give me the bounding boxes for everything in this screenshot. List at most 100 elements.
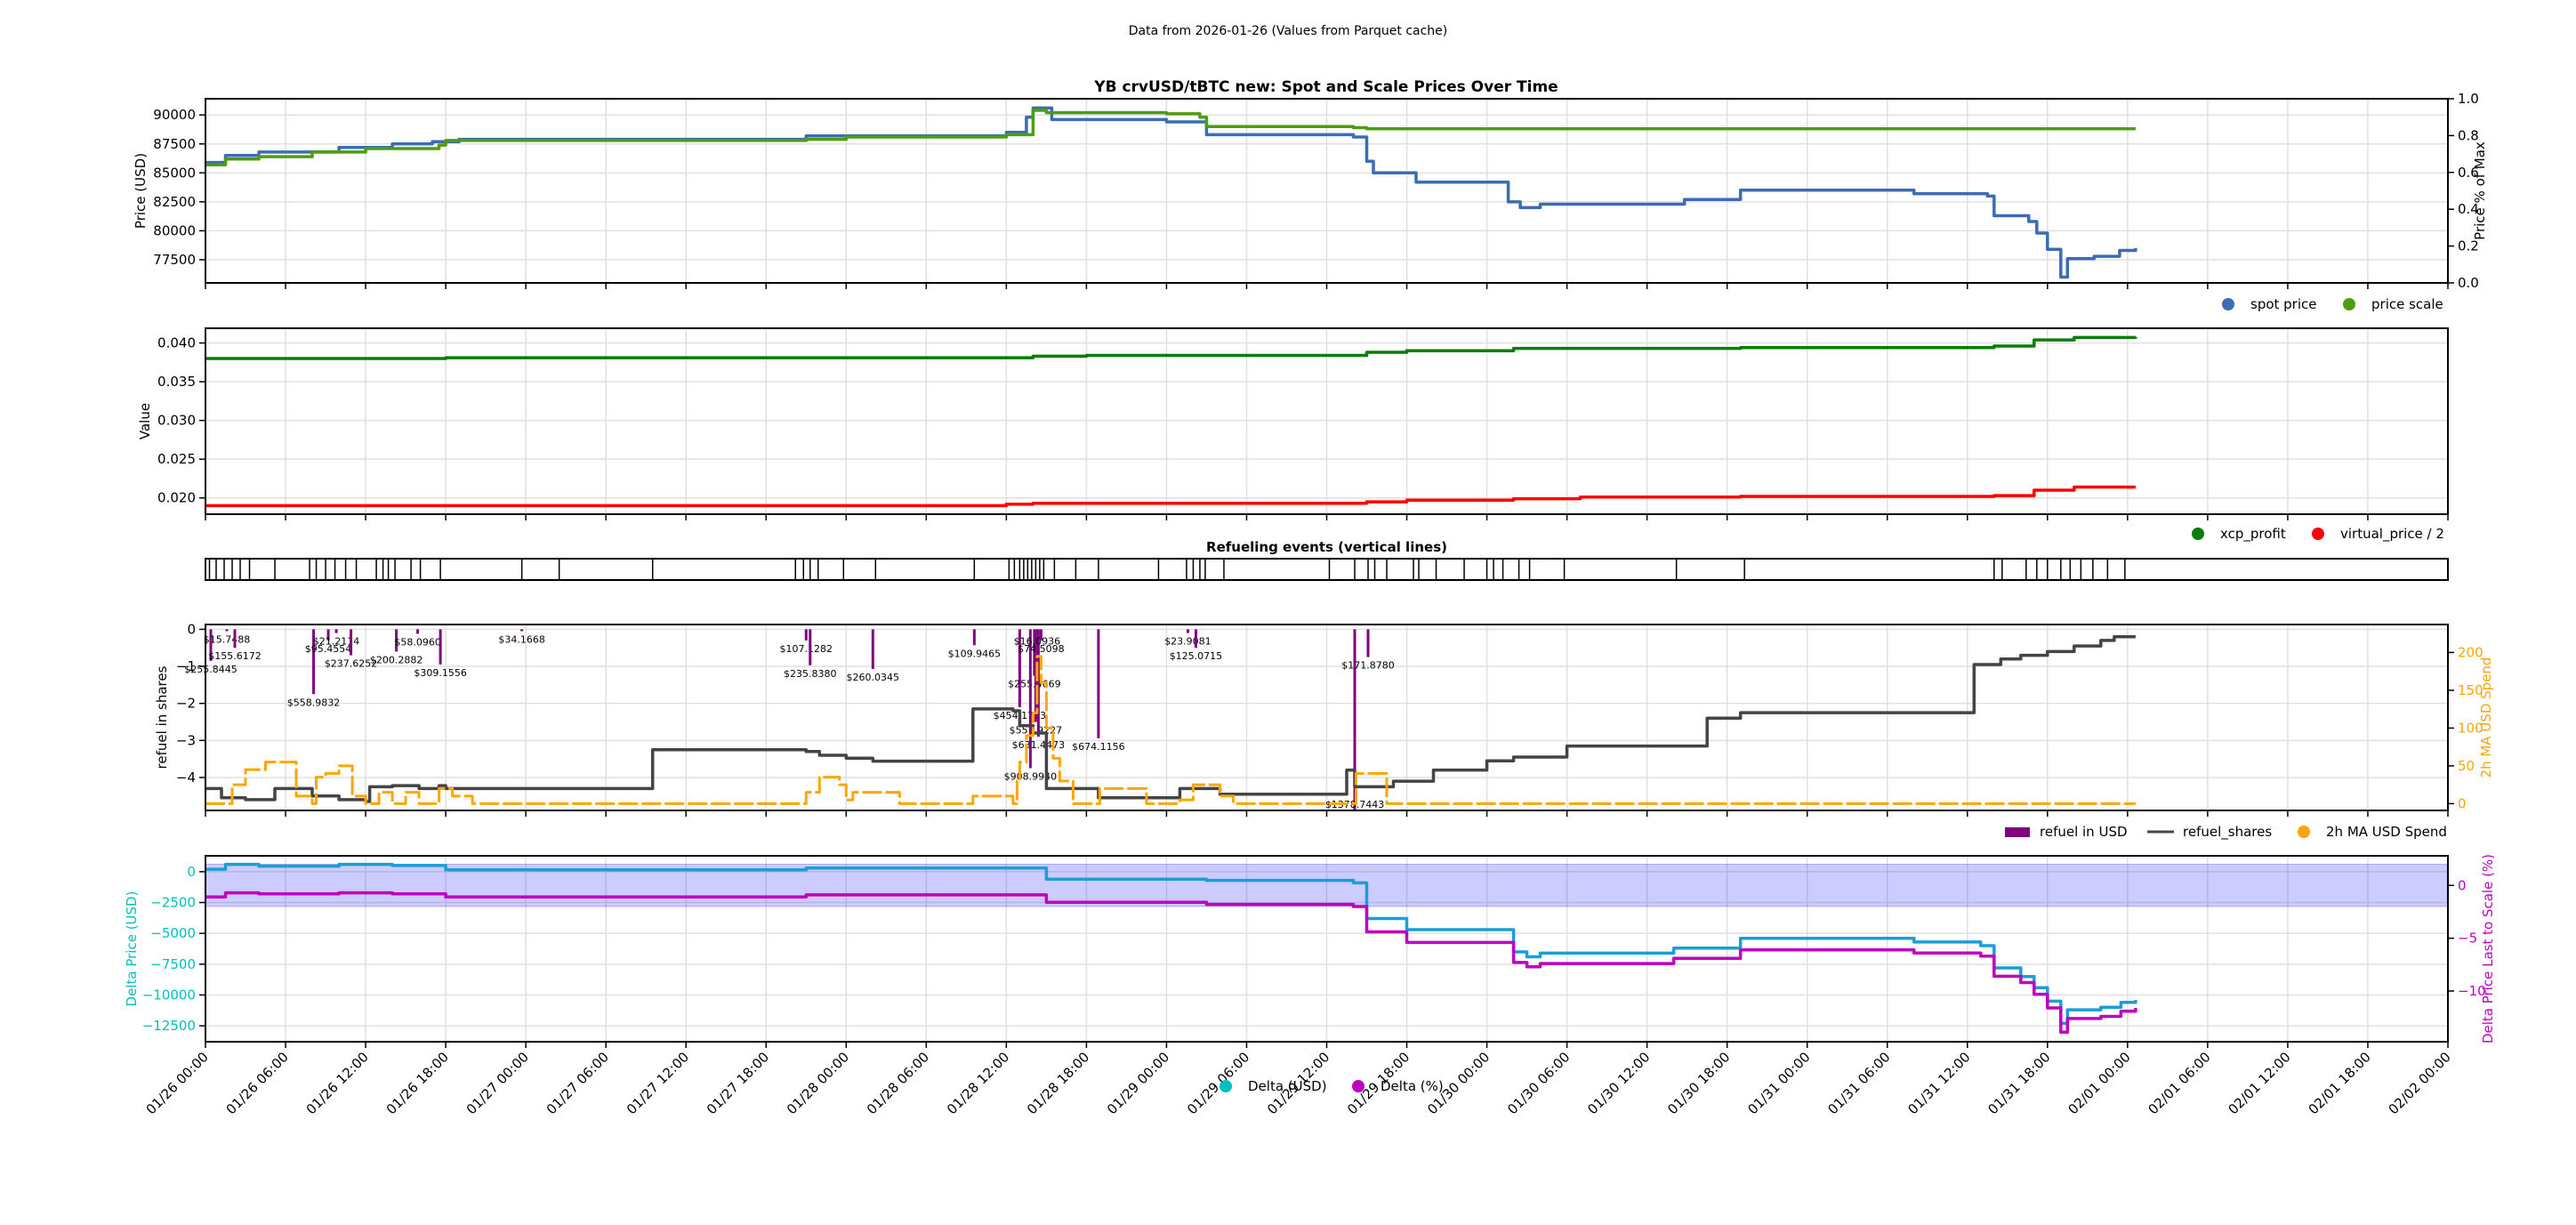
- legend-marker-dot: [2298, 826, 2310, 838]
- x-tick-label: 02/01 12:00: [2226, 1049, 2294, 1117]
- series-2h-ma-usd-spend: [205, 657, 2136, 804]
- y-tick-label: 80000: [153, 222, 196, 238]
- y-right-tick-label: 0: [2458, 795, 2467, 811]
- refuel-usd-bar-label: $200.2882: [370, 654, 423, 665]
- x-tick-label: 01/29 00:00: [1104, 1049, 1172, 1117]
- y-tick-label: −12500: [142, 1018, 196, 1034]
- legend-marker-rect: [2005, 827, 2030, 837]
- x-tick-label: 01/26 00:00: [143, 1049, 212, 1117]
- y-right-tick-label: 0.8: [2458, 127, 2479, 143]
- x-tick-label: 01/27 18:00: [704, 1049, 772, 1117]
- y-right-tick-label: 1.0: [2458, 91, 2479, 107]
- panel-refuel_events: Refueling events (vertical lines): [205, 539, 2448, 580]
- legend-label: 2h MA USD Spend: [2326, 824, 2447, 840]
- y-tick-label: −4: [176, 770, 196, 786]
- y-tick-label: 0: [187, 621, 196, 637]
- refuel-usd-bar-label: $21.2114: [313, 636, 360, 648]
- y-right-axis-label: Delta Price Last to Scale (%): [2480, 854, 2496, 1044]
- legend-label: price scale: [2371, 296, 2443, 312]
- refuel-events-frame: [205, 559, 2448, 580]
- legend-values: xcp_profitvirtual_price / 2: [2192, 526, 2444, 543]
- series-virtual-price-2: [205, 488, 2136, 506]
- refuel-usd-bar-label: $908.9940: [1004, 771, 1058, 783]
- refuel-usd-bar-label: $235.8380: [784, 668, 837, 680]
- legend-prices: spot price price scale: [2222, 296, 2443, 312]
- plot-area: 7750080000825008500087500900000.00.20.40…: [124, 91, 2496, 1117]
- legend-marker-dot: [2312, 528, 2324, 540]
- legend-label: refuel in USD: [2040, 824, 2128, 840]
- x-tick-label: 01/26 06:00: [223, 1049, 292, 1117]
- x-tick-label: 01/31 12:00: [1904, 1049, 1973, 1117]
- legend-label: spot price: [2250, 296, 2317, 312]
- x-tick-label: 01/31 06:00: [1824, 1049, 1893, 1117]
- y-tick-label: 0.040: [157, 335, 196, 351]
- refuel-usd-bar-label: $255.4669: [1008, 678, 1061, 689]
- y-tick-label: −3: [176, 732, 196, 748]
- refuel-usd-bar-label: $109.9465: [948, 648, 1002, 659]
- refuel-usd-bar-label: $674.1156: [1072, 741, 1125, 753]
- refuel-usd-bar-label: $631.4473: [1012, 739, 1066, 751]
- panel-refuel: −4−3−2−10050100150200$255.8445$15.7488$1…: [154, 621, 2494, 841]
- legend-refuel: refuel in USD refuel_shares 2h MA USD Spen…: [2005, 824, 2447, 841]
- x-tick-label: 01/28 12:00: [944, 1049, 1012, 1117]
- x-tick-label: 01/31 00:00: [1744, 1049, 1813, 1117]
- x-tick-label: 01/27 06:00: [543, 1049, 612, 1117]
- x-tick-label: 01/27 12:00: [624, 1049, 692, 1117]
- x-tick-label: 02/01 18:00: [2306, 1049, 2374, 1117]
- refuel-usd-bar-label: $558.9832: [287, 697, 341, 708]
- refuel-usd-bar-label: $107.1282: [780, 643, 833, 655]
- refuel-usd-bar-label: $171.8780: [1341, 660, 1395, 672]
- figure-title: YB crvUSD/tBTC new: Spot and Scale Price…: [1093, 78, 1558, 96]
- panel-prices: 7750080000825008500087500900000.00.20.40…: [133, 91, 2488, 312]
- figure-subtitle: Data from 2026-01-26 (Values from Parque…: [1129, 24, 1448, 38]
- legend-label: refuel_shares: [2183, 824, 2272, 841]
- y-axis-label: Price (USD): [133, 153, 149, 229]
- legend-marker-dot: [2222, 298, 2234, 310]
- series-spot-price: [205, 108, 2136, 277]
- x-tick-label: 02/01 06:00: [2145, 1049, 2213, 1117]
- y-tick-label: 90000: [153, 107, 196, 123]
- y-tick-label: −7500: [150, 956, 196, 972]
- y-tick-label: 0.025: [157, 451, 196, 467]
- refuel-usd-bar-label: $58.0960: [394, 636, 441, 648]
- legend-marker-dot: [2343, 298, 2355, 310]
- legend-marker-dot: [2192, 528, 2204, 540]
- refuel-usd-bar-label: $125.0715: [1170, 650, 1223, 662]
- y-right-tick-label: 50: [2458, 758, 2475, 774]
- legend-label: xcp_profit: [2220, 526, 2286, 543]
- y-right-tick-label: −5: [2458, 931, 2477, 947]
- y-tick-label: 0.035: [157, 374, 196, 390]
- y-tick-label: 77500: [153, 252, 196, 268]
- series-delta-: [205, 893, 2136, 1033]
- y-tick-label: 82500: [153, 194, 196, 210]
- legend-label: Delta (USD): [1248, 1078, 1327, 1094]
- y-right-axis-label: Price % of Max: [2472, 141, 2488, 240]
- y-right-tick-label: 0.0: [2458, 275, 2479, 291]
- x-tick-label: 02/01 00:00: [2065, 1049, 2133, 1117]
- x-tick-label: 01/28 18:00: [1024, 1049, 1092, 1117]
- legend-delta: Delta (USD)Delta (%): [1220, 1078, 1444, 1094]
- x-tick-label: 01/31 18:00: [1984, 1049, 2053, 1117]
- series-xcp-profit: [205, 337, 2136, 359]
- y-tick-label: 87500: [153, 136, 196, 152]
- y-axis-label: refuel in shares: [154, 665, 170, 769]
- x-tick-label: 01/30 12:00: [1584, 1049, 1653, 1117]
- x-tick-label: 01/30 06:00: [1504, 1049, 1573, 1117]
- refuel-usd-bar-label: $309.1556: [414, 667, 467, 679]
- x-tick-label: 01/27 00:00: [463, 1049, 532, 1117]
- y-tick-label: 0.030: [157, 413, 196, 429]
- legend-marker-dot: [1220, 1080, 1232, 1092]
- x-tick-label: 01/26 18:00: [383, 1049, 452, 1117]
- refuel-usd-bar-label: $23.9081: [1164, 636, 1212, 648]
- series-price-scale: [205, 110, 2136, 165]
- y-tick-label: 0.020: [157, 490, 196, 506]
- refuel-usd-bar-label: $34.1668: [498, 633, 545, 645]
- y-tick-label: −5000: [150, 925, 196, 941]
- y-right-axis-label: 2h MA USD Spend: [2478, 657, 2494, 778]
- y-tick-label: −2500: [150, 895, 196, 911]
- panel-delta: 01/26 00:0001/26 06:0001/26 12:0001/26 1…: [124, 854, 2496, 1117]
- refuel-usd-bar-label: $15.7488: [204, 633, 251, 645]
- panel-values: 0.0200.0250.0300.0350.040Valuexcp_profit…: [137, 328, 2448, 543]
- refuel-usd-bar-label: $74.5098: [1018, 643, 1065, 655]
- x-tick-label: 01/26 12:00: [303, 1049, 372, 1117]
